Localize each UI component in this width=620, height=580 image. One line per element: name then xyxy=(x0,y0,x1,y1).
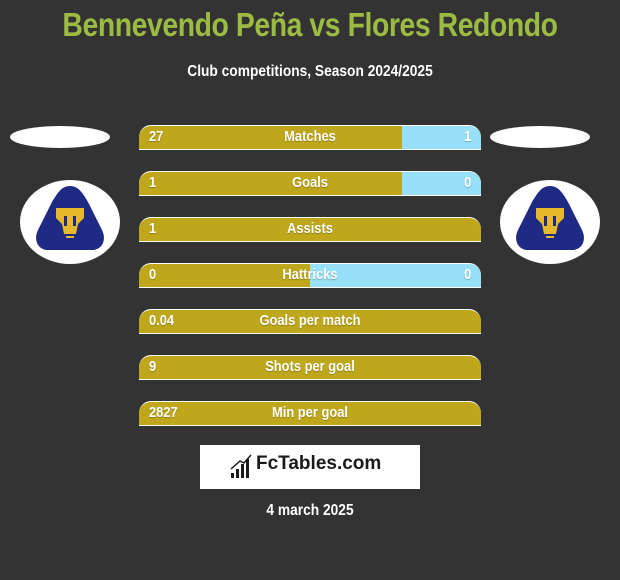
stat-row-hattricks: 0 Hattricks 0 xyxy=(139,263,481,288)
right-team-badge[interactable] xyxy=(500,180,600,264)
left-player-placeholder xyxy=(10,126,110,148)
right-value: 0 xyxy=(463,174,471,191)
page-title: Bennevendo Peña vs Flores Redondo xyxy=(62,6,558,43)
stat-label: Min per goal xyxy=(272,404,348,421)
stat-row-matches: 27 Matches 1 xyxy=(139,125,481,150)
left-team-badge[interactable] xyxy=(20,180,120,264)
left-value: 27 xyxy=(149,128,164,145)
stat-row-goals-per-match: 0.04 Goals per match xyxy=(139,309,481,334)
stat-label: Goals xyxy=(292,174,328,191)
left-value: 0 xyxy=(149,266,157,283)
stat-row-min-per-goal: 2827 Min per goal xyxy=(139,401,481,426)
left-value: 1 xyxy=(149,174,157,191)
stat-label: Matches xyxy=(284,128,336,145)
pumas-badge-icon xyxy=(516,186,584,250)
pumas-badge-icon xyxy=(36,186,104,250)
stat-label: Shots per goal xyxy=(265,358,355,375)
left-value: 1 xyxy=(149,220,157,237)
stat-label: Hattricks xyxy=(282,266,338,283)
bar-chart-icon xyxy=(230,454,252,478)
right-player-placeholder xyxy=(490,126,590,148)
fctables-logo[interactable]: FcTables.com xyxy=(200,445,420,489)
right-value: 0 xyxy=(463,266,471,283)
report-date: 4 march 2025 xyxy=(266,502,354,519)
left-value: 9 xyxy=(149,358,157,375)
stat-label: Assists xyxy=(287,220,333,237)
season-subtitle: Club competitions, Season 2024/2025 xyxy=(187,63,433,80)
right-value: 1 xyxy=(463,128,471,145)
stat-row-shots-per-goal: 9 Shots per goal xyxy=(139,355,481,380)
stat-row-goals: 1 Goals 0 xyxy=(139,171,481,196)
brand-name: FcTables.com xyxy=(256,453,382,474)
stat-row-assists: 1 Assists xyxy=(139,217,481,242)
stat-label: Goals per match xyxy=(259,312,361,329)
